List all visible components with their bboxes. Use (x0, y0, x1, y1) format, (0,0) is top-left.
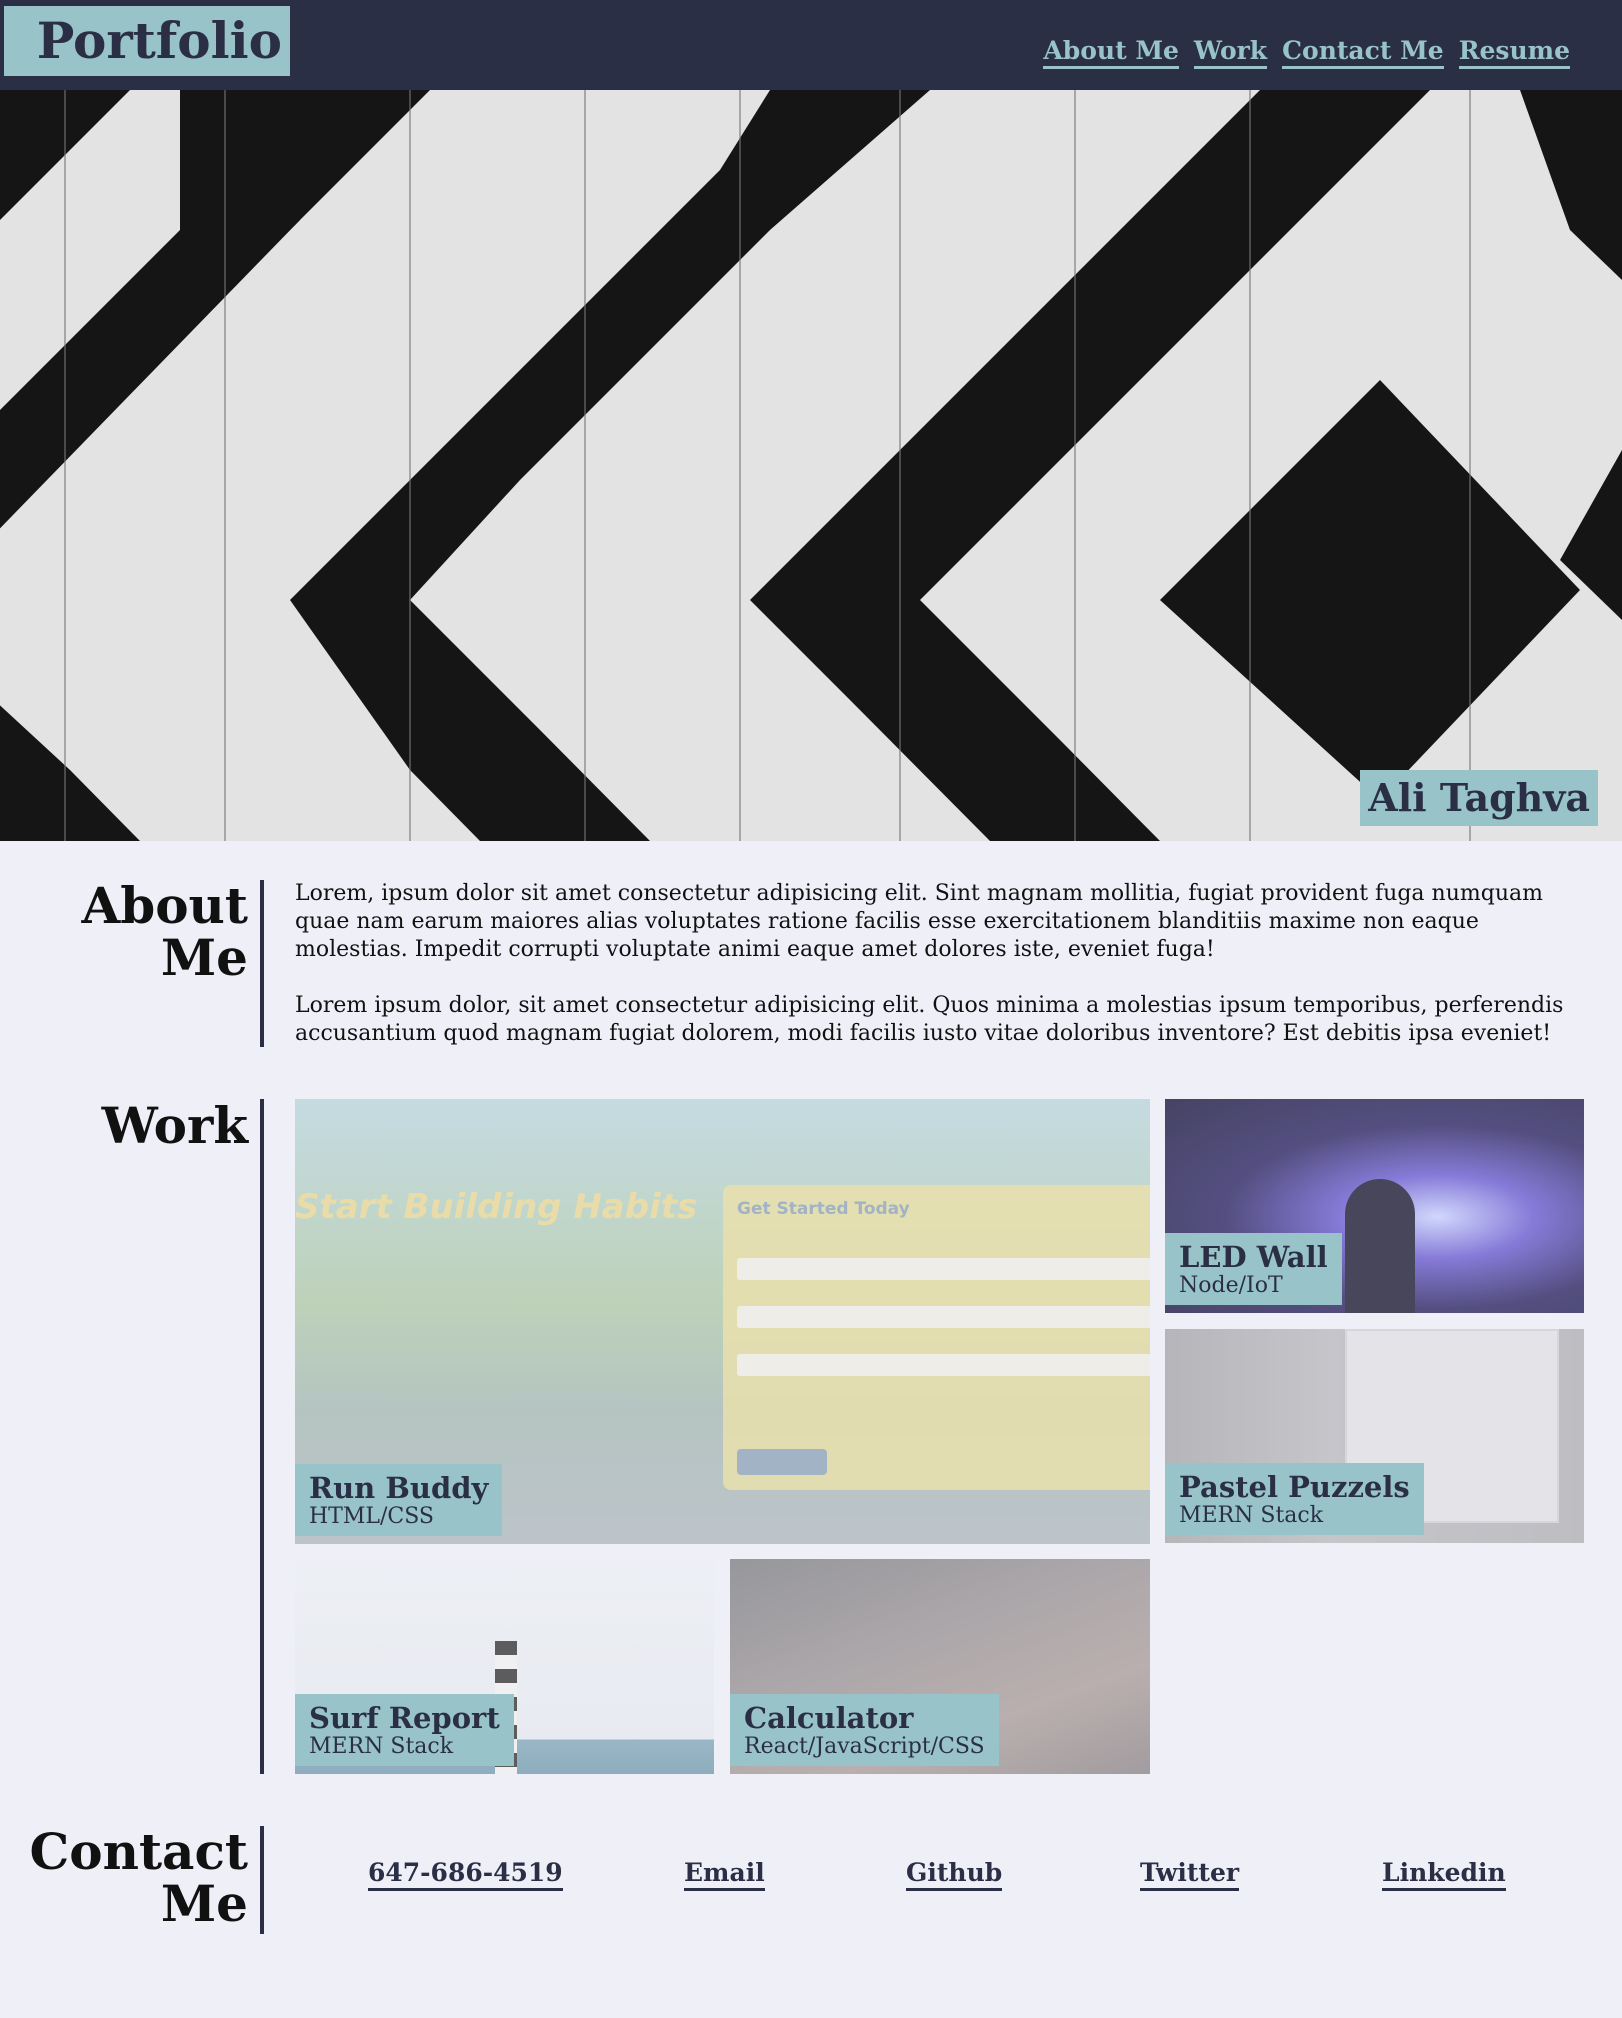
project-card-pastel-puzzels[interactable]: Pastel Puzzels MERN Stack (1165, 1329, 1584, 1543)
hero-image (0, 90, 1622, 841)
contact-linkedin-link[interactable]: Linkedin (1382, 1858, 1506, 1891)
project-title: Calculator (744, 1701, 914, 1735)
project-title: Surf Report (309, 1701, 500, 1735)
main-nav: About Me Work Contact Me Resume (1043, 36, 1570, 69)
project-title: LED Wall (1179, 1240, 1328, 1274)
project-stack: HTML/CSS (309, 1504, 434, 1529)
project-title: Pastel Puzzels (1179, 1470, 1410, 1504)
project-card-run-buddy[interactable]: Start Building Habits Get Started Today … (295, 1099, 1150, 1544)
project-title: Run Buddy (309, 1471, 489, 1505)
project-label: LED Wall Node/IoT (1165, 1233, 1342, 1305)
work-divider (260, 1099, 264, 1774)
contact-email-link[interactable]: Email (684, 1858, 765, 1891)
work-heading: Work (101, 1096, 248, 1155)
project-card-led-wall[interactable]: LED Wall Node/IoT (1165, 1099, 1584, 1313)
project-label: Pastel Puzzels MERN Stack (1165, 1463, 1424, 1535)
contact-phone-link[interactable]: 647-686-4519 (368, 1858, 563, 1891)
nav-resume[interactable]: Resume (1458, 36, 1570, 69)
hero-banner: Ali Taghva (0, 90, 1622, 841)
about-heading: About Me (0, 880, 248, 984)
site-logo[interactable]: Portfolio (4, 6, 290, 76)
project-stack: Node/IoT (1179, 1273, 1283, 1298)
project-stack: React/JavaScript/CSS (744, 1734, 985, 1759)
about-heading-line2: Me (160, 928, 248, 987)
project-stack: MERN Stack (1179, 1503, 1324, 1528)
project-stack: MERN Stack (309, 1734, 454, 1759)
contact-github-link[interactable]: Github (906, 1858, 1003, 1891)
about-heading-line1: About (81, 876, 248, 935)
about-text: Lorem, ipsum dolor sit amet consectetur … (295, 880, 1585, 1076)
project-label: Run Buddy HTML/CSS (295, 1464, 503, 1536)
nav-contact-me[interactable]: Contact Me (1282, 36, 1444, 69)
site-header: Portfolio About Me Work Contact Me Resum… (0, 0, 1622, 90)
nav-about-me[interactable]: About Me (1043, 36, 1179, 69)
project-card-calculator[interactable]: Calculator React/JavaScript/CSS (730, 1559, 1150, 1774)
contact-twitter-link[interactable]: Twitter (1140, 1858, 1240, 1891)
nav-work[interactable]: Work (1193, 36, 1268, 69)
project-label: Calculator React/JavaScript/CSS (730, 1694, 999, 1766)
project-card-surf-report[interactable]: Surf Report MERN Stack (295, 1559, 714, 1774)
hero-name-badge: Ali Taghva (1360, 770, 1598, 826)
about-paragraph: Lorem, ipsum dolor sit amet consectetur … (295, 881, 1543, 962)
project-label: Surf Report MERN Stack (295, 1694, 514, 1766)
contact-links: 647-686-4519 Email Github Twitter Linked… (0, 1858, 1622, 1898)
about-paragraph: Lorem ipsum dolor, sit amet consectetur … (295, 993, 1564, 1046)
about-divider (260, 880, 264, 1047)
